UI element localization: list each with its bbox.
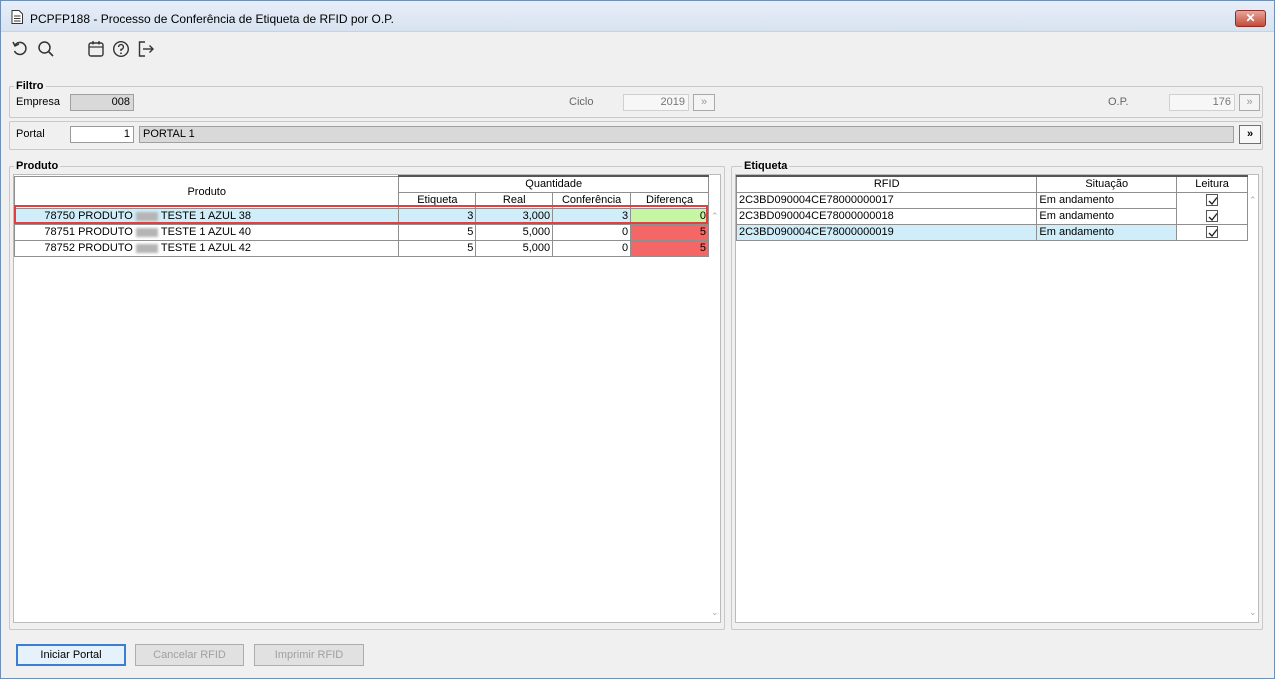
- search-icon[interactable]: [37, 40, 55, 58]
- diferenca-cell: 5: [630, 223, 709, 241]
- toolbar: [1, 33, 1274, 65]
- produto-name-a: PRODUTO: [78, 226, 133, 238]
- conferencia-cell: 3: [552, 207, 632, 225]
- check-icon: [1208, 213, 1218, 222]
- double-chevron-icon: »: [700, 96, 708, 108]
- produto-code: 78751: [44, 226, 75, 238]
- table-row[interactable]: 78750 PRODUTO TESTE 1 AZUL 38 3 3,000 3 0: [13, 207, 709, 225]
- table-row[interactable]: 2C3BD090004CE78000000018 Em andamento: [735, 207, 1248, 225]
- situacao-cell: Em andamento: [1036, 191, 1178, 209]
- title-bar: PCPFP188 - Processo de Conferência de Et…: [1, 1, 1274, 32]
- col-rfid-header[interactable]: RFID: [735, 175, 1038, 193]
- redacted-text: [135, 211, 158, 221]
- table-row[interactable]: 2C3BD090004CE78000000019 Em andamento: [735, 223, 1248, 241]
- etiqueta-grid-panel: RFID Situação Leitura 2C3BD090004CE78000…: [735, 174, 1259, 623]
- diferenca-cell: 5: [630, 239, 709, 257]
- close-button[interactable]: ✕: [1235, 10, 1266, 27]
- exit-icon[interactable]: [137, 40, 155, 58]
- col-quantidade-header: Quantidade: [398, 175, 709, 193]
- real-cell: 5,000: [475, 223, 554, 241]
- diferenca-cell: 0: [630, 207, 709, 225]
- cancelar-rfid-button[interactable]: Cancelar RFID: [135, 644, 244, 666]
- leitura-checkbox[interactable]: [1206, 194, 1219, 207]
- refresh-icon[interactable]: [11, 40, 29, 58]
- produto-code: 78750: [44, 210, 75, 222]
- empresa-label: Empresa: [16, 96, 61, 108]
- produto-name-a: PRODUTO: [78, 210, 133, 222]
- portal-name-field: PORTAL 1: [139, 126, 1234, 143]
- leitura-cell: [1176, 207, 1248, 225]
- produto-grid-panel: Produto Quantidade Etiqueta Real Conferê…: [13, 174, 721, 623]
- portal-label: Portal: [16, 128, 45, 140]
- rfid-cell: 2C3BD090004CE78000000019: [735, 223, 1038, 241]
- leitura-cell: [1176, 223, 1248, 241]
- calendar-icon[interactable]: [87, 40, 105, 58]
- produto-code: 78752: [44, 242, 75, 254]
- col-etiqueta-header[interactable]: Etiqueta: [398, 191, 477, 209]
- col-diferenca-header[interactable]: Diferença: [630, 191, 709, 209]
- col-leitura-header[interactable]: Leitura: [1176, 175, 1248, 193]
- col-conferencia-header[interactable]: Conferência: [552, 191, 632, 209]
- portal-lookup-button[interactable]: »: [1239, 125, 1261, 144]
- conferencia-cell: 0: [552, 223, 632, 241]
- table-row[interactable]: 78752 PRODUTO TESTE 1 AZUL 42 5 5,000 0 5: [13, 239, 709, 257]
- real-cell: 5,000: [475, 239, 554, 257]
- window-title: PCPFP188 - Processo de Conferência de Et…: [30, 12, 394, 26]
- col-situacao-header[interactable]: Situação: [1036, 175, 1178, 193]
- etiqueta-label: Etiqueta: [742, 160, 790, 172]
- iniciar-portal-button[interactable]: Iniciar Portal: [16, 644, 126, 666]
- ciclo-lookup-button[interactable]: »: [693, 94, 715, 111]
- leitura-cell: [1176, 191, 1248, 208]
- situacao-cell: Em andamento: [1036, 207, 1178, 225]
- produto-cell: 78751 PRODUTO TESTE 1 AZUL 40: [13, 223, 400, 241]
- check-icon: [1208, 197, 1218, 206]
- scroll-down-icon[interactable]: ⌄: [1249, 607, 1257, 618]
- imprimir-rfid-button[interactable]: Imprimir RFID: [254, 644, 364, 666]
- scroll-up-icon[interactable]: ⌃: [711, 211, 719, 222]
- produto-name-b: TESTE 1 AZUL 42: [160, 242, 251, 254]
- table-row[interactable]: 78751 PRODUTO TESTE 1 AZUL 40 5 5,000 0 5: [13, 223, 709, 241]
- real-cell: 3,000: [475, 207, 554, 225]
- col-produto-header[interactable]: Produto: [13, 175, 400, 209]
- produto-name-a: PRODUTO: [78, 242, 133, 254]
- scroll-down-icon[interactable]: ⌄: [711, 607, 719, 618]
- rfid-cell: 2C3BD090004CE78000000017: [735, 191, 1038, 209]
- etiqueta-cell: 5: [398, 239, 477, 257]
- op-lookup-button[interactable]: »: [1239, 94, 1260, 111]
- double-chevron-icon: »: [1246, 128, 1254, 140]
- produto-name-b: TESTE 1 AZUL 38: [160, 210, 251, 222]
- produto-cell: 78750 PRODUTO TESTE 1 AZUL 38: [13, 207, 400, 225]
- etiqueta-cell: 3: [398, 207, 477, 225]
- filtro-label: Filtro: [14, 80, 46, 92]
- help-icon[interactable]: [112, 40, 130, 58]
- col-real-header[interactable]: Real: [475, 191, 554, 209]
- rfid-cell: 2C3BD090004CE78000000018: [735, 207, 1038, 225]
- op-label: O.P.: [1108, 96, 1129, 108]
- double-chevron-icon: »: [1246, 96, 1253, 108]
- etiqueta-table: RFID Situação Leitura 2C3BD090004CE78000…: [735, 175, 1248, 241]
- ciclo-field[interactable]: 2019: [623, 94, 689, 111]
- op-field[interactable]: 176: [1169, 94, 1235, 111]
- close-icon: ✕: [1245, 11, 1256, 25]
- produto-cell: 78752 PRODUTO TESTE 1 AZUL 42: [13, 239, 400, 257]
- scroll-up-icon[interactable]: ⌃: [1249, 195, 1257, 206]
- check-icon: [1208, 229, 1218, 238]
- main-window: PCPFP188 - Processo de Conferência de Et…: [0, 0, 1275, 679]
- leitura-checkbox[interactable]: [1206, 226, 1219, 239]
- produto-table: Produto Quantidade Etiqueta Real Conferê…: [13, 175, 709, 257]
- ciclo-label: Ciclo: [569, 96, 594, 108]
- portal-code-field[interactable]: 1: [70, 126, 134, 143]
- situacao-cell: Em andamento: [1036, 223, 1178, 241]
- redacted-text: [135, 243, 158, 253]
- conferencia-cell: 0: [552, 239, 632, 257]
- document-icon: [11, 10, 23, 24]
- produto-name-b: TESTE 1 AZUL 40: [160, 226, 251, 238]
- redacted-text: [135, 227, 158, 237]
- table-row[interactable]: 2C3BD090004CE78000000017 Em andamento: [735, 191, 1248, 209]
- produto-label: Produto: [14, 160, 61, 172]
- leitura-checkbox[interactable]: [1206, 210, 1219, 223]
- etiqueta-cell: 5: [398, 223, 477, 241]
- empresa-field: 008: [70, 94, 134, 111]
